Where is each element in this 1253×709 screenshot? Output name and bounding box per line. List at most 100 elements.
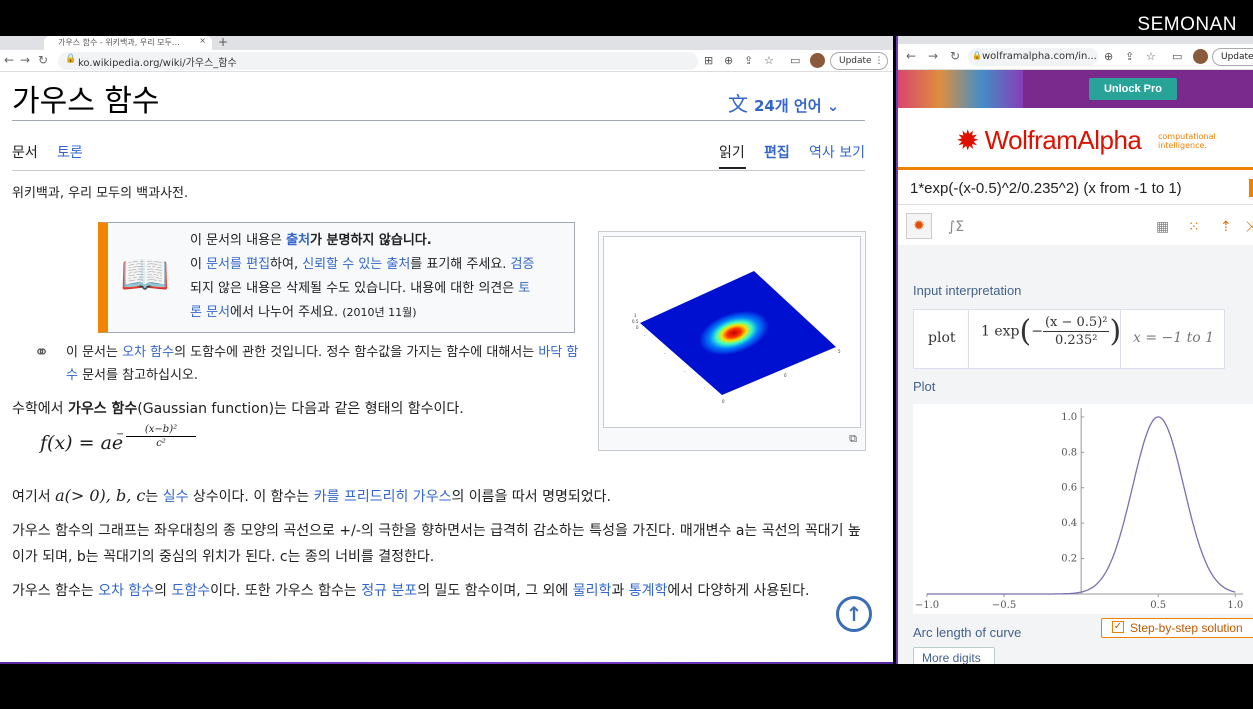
text: 이다. 또한 가우스 함수는 [210, 583, 362, 599]
text: 문서를 참고하십시오. [77, 368, 199, 383]
interp-numerator: (x − 0.5)² [1042, 315, 1110, 332]
minus-sign: − [116, 429, 125, 440]
translate-icon[interactable]: ⊞ [704, 54, 713, 67]
svg-text:-: - [664, 351, 666, 356]
math-inline: a(> 0), b, c [55, 486, 146, 505]
link-physics[interactable]: 물리학 [573, 583, 612, 599]
bottom-accent-bar [0, 662, 893, 664]
link-verify[interactable]: 검증 [511, 257, 535, 272]
link-real-number[interactable]: 실수 [163, 489, 189, 505]
link-talk[interactable]: 토 [518, 281, 530, 296]
lock-icon: 🔒 [65, 54, 77, 64]
submit-edge[interactable] [1249, 179, 1253, 197]
url-field[interactable]: 🔒 wolframalpha.com/in... [968, 48, 1098, 66]
divider [12, 120, 865, 121]
interp-exp-text: 1 exp [981, 323, 1020, 340]
tab-read[interactable]: 읽기 [719, 142, 745, 162]
text: 의 [154, 583, 172, 599]
channel-watermark: SEMONAN [1137, 14, 1237, 35]
wolfram-logo[interactable]: ✹ WolframAlpha computational intelligenc… [956, 124, 1216, 157]
enlarge-icon[interactable]: ⧉ [849, 432, 857, 446]
url-field[interactable]: 🔒 ko.wikipedia.org/wiki/가우스_함수 [58, 52, 698, 70]
link-gauss[interactable]: 카를 프리드리히 가우스 [314, 489, 452, 505]
logo-tagline: computational intelligence. [1158, 132, 1216, 150]
upload-icon[interactable]: ⇡ [1220, 219, 1232, 235]
paragraph: 가우스 함수는 오차 함수의 도함수이다. 또한 가우스 함수는 정규 분포의 … [12, 578, 872, 604]
back-icon[interactable]: ← [906, 49, 916, 63]
more-digits-button[interactable]: More digits [913, 647, 995, 664]
page-title: 가우스 함수 [12, 84, 160, 119]
text: 가 분명하지 않습니다. [310, 233, 432, 248]
language-count: 24개 언어 [754, 97, 822, 115]
sidepanel-icon[interactable]: ▭ [1172, 50, 1182, 63]
unlock-pro-button[interactable]: Unlock Pro [1089, 78, 1177, 100]
forward-icon[interactable]: → [20, 53, 30, 67]
tab-edit[interactable]: 편집 [764, 142, 790, 162]
tab-article[interactable]: 문서 [12, 142, 38, 162]
avatar[interactable] [1193, 49, 1208, 64]
link-source[interactable]: 출처 [286, 233, 310, 248]
browser-tab[interactable]: 가우스 함수 - 위키백과, 우리 모두… × [44, 36, 212, 50]
text: 되지 않은 내용은 삭제될 수도 있습니다. 내용에 대한 의견은 [190, 281, 519, 296]
link-statistics[interactable]: 통계학 [629, 583, 668, 599]
arc-length-label[interactable]: Arc length of curve [913, 625, 1021, 640]
text: 수학에서 [12, 401, 68, 417]
link-reliable-source[interactable]: 신뢰할 수 있는 출처 [302, 257, 410, 272]
link-normal-distribution[interactable]: 정규 분포 [361, 583, 417, 599]
x-tick-label: −0.5 [992, 600, 1016, 611]
text: 에서 나누어 주세요. [230, 305, 343, 320]
back-icon[interactable]: ← [4, 53, 14, 67]
interp-minus: − [1031, 323, 1043, 340]
math-input-icon[interactable]: ∫Σ [948, 219, 964, 235]
scroll-to-top-button[interactable]: ↑ [836, 596, 872, 632]
language-button[interactable]: 文 24개 언어 ⌄ [728, 88, 839, 117]
reload-icon[interactable]: ↻ [38, 53, 48, 67]
svg-text:-: - [704, 385, 706, 390]
y-tick-label: 0.4 [1061, 518, 1077, 529]
interp-denominator: 0.235² [1055, 333, 1098, 348]
examples-icon[interactable]: ⁙ [1188, 219, 1200, 235]
link-edit-page[interactable]: 문서를 편집 [206, 257, 270, 272]
share-icon[interactable]: ⇪ [744, 54, 753, 67]
text: 하여, [270, 257, 303, 272]
notice-box: 📖 이 문서의 내용은 출처가 분명하지 않습니다. 이 문서를 편집하여, 신… [98, 222, 575, 333]
link-derivative[interactable]: 도함수 [172, 583, 211, 599]
step-by-step-button[interactable]: ✓ Step-by-step solution [1101, 618, 1253, 638]
link-error-function[interactable]: 오차 함수 [122, 345, 174, 360]
natural-language-icon[interactable]: ✹ [906, 213, 932, 239]
figure-thumbnail[interactable]: 1 0.5 0 ---- 005 ⧉ [598, 231, 866, 451]
new-tab-icon[interactable]: + [218, 36, 228, 49]
logo-wordmark: WolframAlpha [984, 125, 1142, 155]
x-tick-label: 0.5 [1150, 600, 1166, 611]
update-button[interactable]: Update ⋮ [830, 52, 888, 70]
link-talk[interactable]: 론 문서 [190, 305, 230, 320]
extended-keyboard-icon[interactable]: ▦ [1156, 219, 1169, 235]
check-icon: ✓ [1112, 621, 1124, 633]
query-input[interactable]: 1*exp(-(x-0.5)^2/0.235^2) (x from -1 to … [910, 180, 1182, 197]
zoom-icon[interactable]: ⊕ [724, 54, 733, 67]
update-button[interactable]: Update [1212, 48, 1253, 66]
forward-icon[interactable]: → [928, 49, 938, 63]
text: 에서 다양하게 사용된다. [667, 583, 810, 599]
close-tab-icon[interactable]: × [199, 36, 206, 45]
text: 의 도함수에 관한 것입니다. 정수 함수값을 가지는 함수에 대해서는 [174, 345, 539, 360]
link-error-function[interactable]: 오차 함수 [98, 583, 154, 599]
bookmark-star-icon[interactable]: ☆ [764, 54, 774, 67]
text: 는 [145, 489, 163, 505]
text: 상수이다. 이 함수는 [188, 489, 314, 505]
sidepanel-icon[interactable]: ▭ [790, 54, 800, 67]
svg-text:-: - [644, 333, 646, 338]
bookmark-star-icon[interactable]: ☆ [1146, 50, 1156, 63]
text: (Gaussian function)는 다음과 같은 형태의 함수이다. [137, 401, 464, 417]
share-icon[interactable]: ⇪ [1125, 50, 1134, 63]
tab-talk[interactable]: 토론 [57, 142, 83, 162]
interp-fraction: (x − 0.5)² 0.235² [1042, 315, 1110, 348]
paragraph: 가우스 함수의 그래프는 좌우대칭의 종 모양의 곡선으로 +/-의 극한을 향… [12, 523, 861, 565]
random-icon[interactable]: ⤨ [1246, 219, 1253, 235]
tab-history[interactable]: 역사 보기 [809, 142, 865, 162]
reload-icon[interactable]: ↻ [950, 49, 960, 63]
zoom-icon[interactable]: ⊕ [1104, 50, 1113, 63]
interp-range: x = −1 to 1 [1133, 330, 1215, 346]
avatar[interactable] [810, 53, 825, 68]
text: 이 문서의 내용은 [190, 233, 287, 248]
